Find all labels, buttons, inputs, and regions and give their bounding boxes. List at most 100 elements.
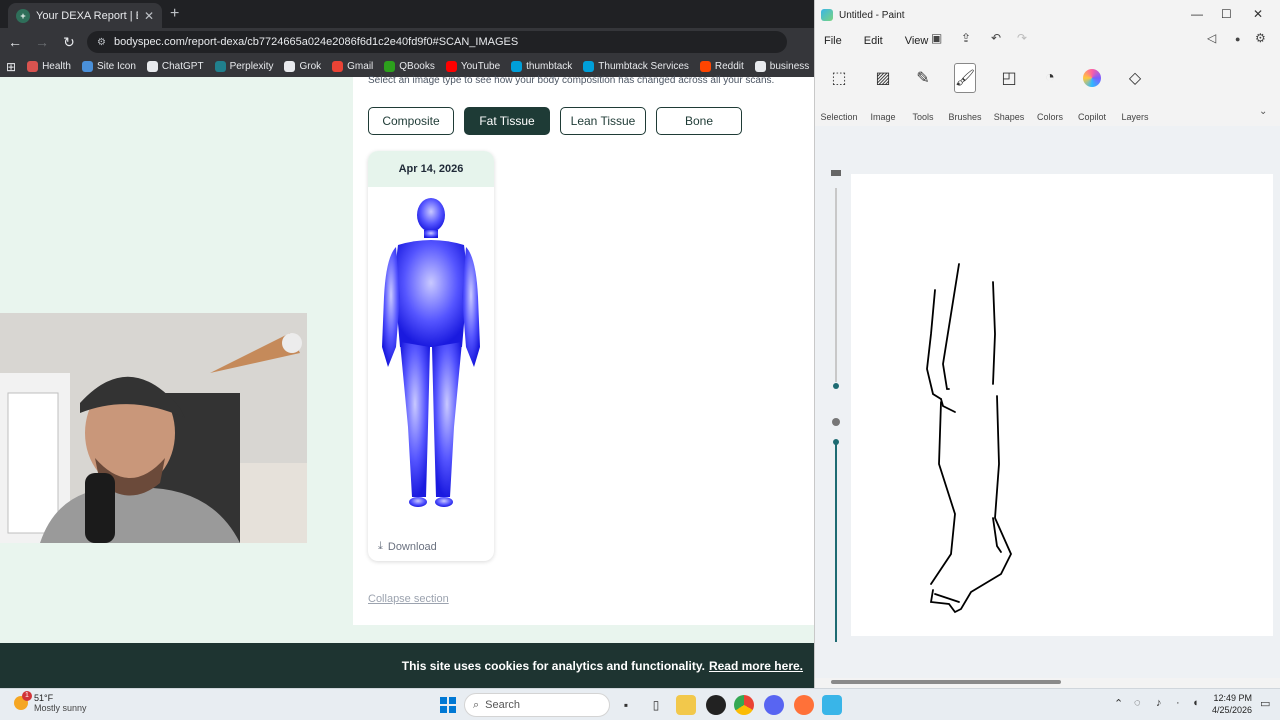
fat-tissue-scan-image [382,198,480,507]
fat-tissue-button[interactable]: Fat Tissue [464,107,550,135]
bookmark-item[interactable]: business [754,61,809,72]
wifi-icon[interactable]: · [1176,697,1180,709]
discord-icon[interactable] [764,695,784,715]
bookmark-label: Perplexity [229,61,274,72]
feedback-icon[interactable]: ◁ [1207,31,1216,45]
url-text: bodyspec.com/report-dexa/cb7724665a024e2… [113,36,519,48]
bookmark-label: YouTube [460,61,501,72]
ribbon-tools[interactable]: ✎ Tools [900,62,946,122]
ribbon-shapes[interactable]: ◰ Shapes [986,62,1032,122]
shapes-icon: ◰ [1001,70,1017,87]
file-explorer-icon[interactable] [676,695,696,715]
bookmark-favicon-icon [284,61,296,72]
ribbon-copilot[interactable]: Copilot [1069,62,1115,122]
redo-icon[interactable]: ↷ [1017,31,1027,45]
bookmark-item[interactable]: Grok [284,61,321,72]
taskbar-clock[interactable]: 12:49 PM 4/25/2026 [1208,692,1252,716]
address-bar-row: ← → ↻ ⚙ bodyspec.com/report-dexa/cb77246… [0,28,815,56]
microphone-icon[interactable]: ♪ [1156,697,1162,709]
scan-date: Apr 14, 2026 [368,151,494,187]
apps-grid-icon[interactable]: ⊞ [6,60,16,74]
drawing-canvas[interactable] [851,174,1273,636]
bookmark-label: Reddit [714,61,744,72]
menu-view[interactable]: View [905,35,929,47]
paint-title-bar: Untitled - Paint [815,0,1280,30]
bookmark-label: Gmail [347,61,374,72]
tray-overflow-chevron-icon[interactable]: ⌃ [1114,697,1123,710]
forward-button[interactable]: → [30,34,54,50]
brush-icon: 🖌 [954,63,976,93]
download-label: Download [387,540,437,553]
bookmark-item[interactable]: Perplexity [214,61,274,72]
account-icon[interactable]: ● [1235,34,1240,44]
notifications-icon[interactable]: ▭ [1260,697,1270,710]
bodyspec-favicon-icon: + [16,8,30,23]
task-view-icon[interactable]: ▪ [616,695,636,715]
notepad-icon[interactable]: ▯ [646,695,666,715]
bookmark-item[interactable]: Health [27,61,71,72]
ribbon-brushes[interactable]: 🖌 Brushes [942,62,988,122]
chrome-icon[interactable] [734,695,754,715]
paint-taskbar-icon[interactable] [822,695,842,715]
bookmark-item[interactable]: Thumbtack Services [583,61,689,72]
menu-edit[interactable]: Edit [864,35,883,47]
bookmarks-bar: ⊞ Health Site Icon ChatGPT Perplexity Grok Gm… [0,56,815,77]
bookmark-label: QBooks [399,61,435,72]
network-icon[interactable]: ◌ [1134,697,1141,709]
bookmark-label: Health [42,61,71,72]
layers-icon: ◇ [1128,70,1142,87]
menu-file[interactable]: File [824,35,842,47]
site-info-icon[interactable]: ⚙ [97,37,106,48]
back-button[interactable]: ← [3,34,27,50]
scan-card: Apr 14, 2026 ⤓ Download [368,151,494,561]
bookmark-label: Thumbtack Services [598,61,689,72]
webcam-feed-image [0,313,307,543]
save-icon[interactable]: ▣ [931,31,942,45]
ribbon-selection[interactable]: ⬚ Selection [816,62,862,122]
new-tab-button[interactable]: + [170,5,179,23]
obs-icon[interactable] [706,695,726,715]
close-tab-icon[interactable]: ✕ [144,9,154,23]
weather-widget[interactable]: 1 51°F Mostly sunny [14,691,87,713]
bookmark-item[interactable]: YouTube [445,61,501,72]
volume-icon[interactable]: ◖ [1192,697,1199,709]
browser-tab[interactable]: + Your DEXA Report | BodySpec ✕ [8,3,162,28]
bone-button[interactable]: Bone [656,107,742,135]
cookie-read-more-link[interactable]: Read more here. [709,659,803,673]
start-button[interactable] [440,697,456,713]
paint-ribbon: ⬚ Selection ▨ Image ✎ Tools 🖌 Brushes ◰ … [815,62,1280,124]
palette-icon: ◔ [1045,69,1055,86]
minimize-icon[interactable]: — [1191,7,1203,21]
bookmark-favicon-icon [511,61,523,72]
close-icon[interactable]: ✕ [1253,7,1263,21]
composite-button[interactable]: Composite [368,107,454,135]
download-button[interactable]: ⤓ Download [378,540,437,553]
bookmark-item[interactable]: QBooks [384,61,435,72]
bookmark-item[interactable]: thumbtack [511,61,572,72]
maximize-icon[interactable]: ☐ [1221,7,1232,21]
weather-temp: 51°F [34,693,54,703]
brush-size-slider[interactable] [829,170,843,650]
selection-icon: ⬚ [831,70,847,87]
bookmark-label: thumbtack [526,61,573,72]
ribbon-colors[interactable]: ◔ Colors [1027,62,1073,122]
horizontal-scrollbar[interactable] [831,680,1061,684]
firefox-icon[interactable] [794,695,814,715]
bookmark-item[interactable]: Gmail [332,61,373,72]
lean-tissue-button[interactable]: Lean Tissue [560,107,646,135]
ribbon-expand-chevron-icon[interactable]: ⌄ [1259,106,1267,117]
weather-notification-badge: 1 [22,691,32,701]
settings-gear-icon[interactable]: ⚙ [1255,31,1266,45]
reload-button[interactable]: ↻ [57,34,81,51]
collapse-section-link[interactable]: Collapse section [368,593,449,605]
clock-time: 12:49 PM [1213,693,1252,703]
share-icon[interactable]: ⇪ [961,31,971,45]
ribbon-layers[interactable]: ◇ Layers [1112,62,1158,122]
bookmark-item[interactable]: Reddit [699,61,744,72]
bookmark-favicon-icon [81,61,93,72]
bookmark-item[interactable]: Site Icon [81,61,136,72]
address-input[interactable]: ⚙ bodyspec.com/report-dexa/cb7724665a024… [87,31,787,53]
bookmark-item[interactable]: ChatGPT [146,61,204,72]
taskbar-search-input[interactable]: ⌕ Search [464,693,610,717]
undo-icon[interactable]: ↶ [991,31,1001,45]
